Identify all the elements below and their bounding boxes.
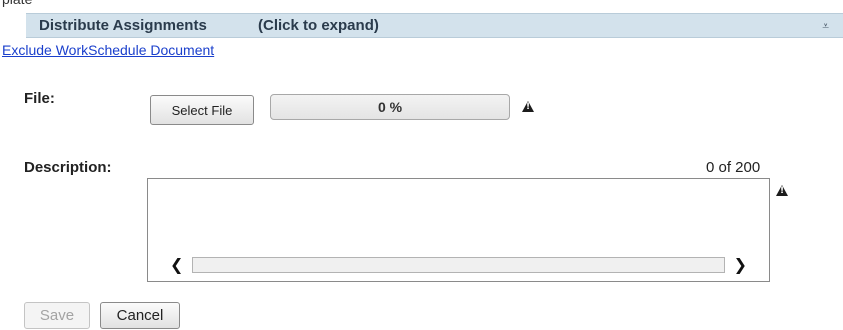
cancel-button[interactable]: Cancel: [100, 302, 180, 329]
save-button[interactable]: Save: [24, 302, 90, 329]
chevron-left-icon[interactable]: ❮: [170, 255, 183, 274]
upload-progress-bar: 0 %: [270, 94, 510, 120]
exclude-workschedule-link[interactable]: Exclude WorkSchedule Document: [2, 42, 214, 58]
page: plate Distribute Assignments (Click to e…: [0, 0, 843, 330]
file-label: File:: [24, 90, 55, 107]
horizontal-scrollbar[interactable]: ❮ ❯: [168, 255, 749, 275]
description-textarea[interactable]: [148, 179, 769, 255]
scrollbar-track[interactable]: [192, 257, 725, 273]
chevron-right-icon[interactable]: ❯: [734, 255, 747, 274]
description-label: Description:: [24, 159, 112, 176]
file-warning-icon: [522, 101, 534, 112]
description-box: ❮ ❯: [147, 178, 770, 282]
section-title: Distribute Assignments: [39, 17, 207, 34]
expand-down-icon[interactable]: ⩡: [822, 19, 829, 34]
section-expand-hint: (Click to expand): [258, 17, 379, 34]
progress-percent: 0 %: [377, 99, 403, 115]
distribute-assignments-header[interactable]: Distribute Assignments (Click to expand)…: [26, 13, 843, 38]
description-warning-icon: [776, 185, 788, 196]
description-char-counter: 0 of 200: [706, 159, 761, 176]
clipped-text-above: plate: [0, 0, 843, 8]
select-file-button[interactable]: Select File: [150, 95, 254, 125]
